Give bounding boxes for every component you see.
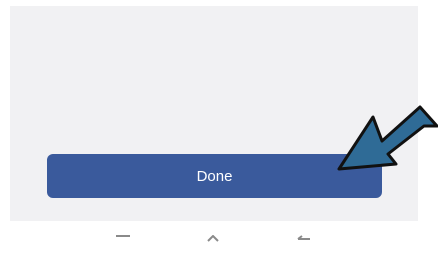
done-button[interactable]: Done <box>47 154 382 198</box>
home-icon[interactable] <box>204 235 222 243</box>
system-nav-bar <box>0 222 438 273</box>
recent-apps-icon[interactable] <box>114 235 132 243</box>
app-screen: Done <box>0 0 438 273</box>
back-icon[interactable] <box>295 235 313 243</box>
